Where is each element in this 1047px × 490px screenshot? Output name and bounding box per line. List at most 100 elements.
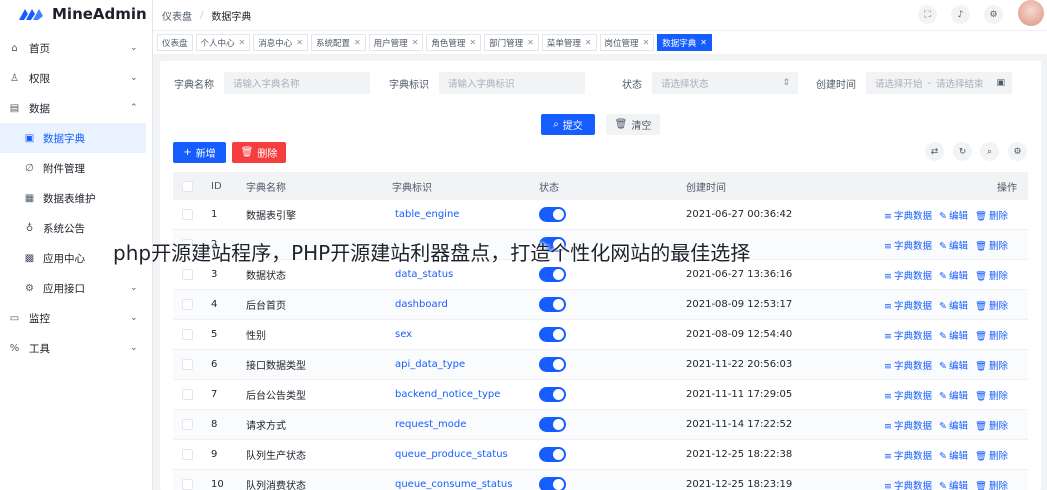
select-all-checkbox[interactable] [182,180,193,192]
fullscreen-icon[interactable]: ⛶ [918,5,937,24]
list-icon: ≡ [884,390,892,402]
bell-icon[interactable]: ♪ [951,5,970,24]
delete-link[interactable]: 🗑 删除 [975,268,1008,282]
close-icon[interactable]: ✕ [585,38,592,47]
sidebar-item-table-maintenance[interactable]: ▦ 数据表维护 [0,183,152,213]
dict-data-link[interactable]: ≡ 字典数据 [884,208,932,222]
dict-data-link[interactable]: ≡ 字典数据 [884,478,932,490]
trash-icon: 🗑 [974,390,988,402]
status-select[interactable]: 请选择状态 ⇕ [652,72,798,94]
status-toggle[interactable] [539,267,566,282]
tab-menus[interactable]: 菜单管理 ✕ [541,34,597,51]
close-icon[interactable]: ✕ [469,38,476,47]
edit-link[interactable]: ✎ 编辑 [939,328,968,342]
delete-link[interactable]: 🗑 删除 [975,388,1008,402]
dict-code-input[interactable]: 请输入字典标识 [439,72,585,94]
tab-dictionary[interactable]: 数据字典 ✕ [657,34,712,51]
status-toggle[interactable] [539,417,566,432]
edit-link[interactable]: ✎ 编辑 [939,448,968,462]
row-checkbox[interactable] [182,479,193,490]
tab-departments[interactable]: 部门管理 ✕ [484,34,539,51]
row-checkbox[interactable] [182,269,193,280]
dict-data-link[interactable]: ≡ 字典数据 [884,298,932,312]
close-icon[interactable]: ✕ [643,38,650,47]
tab-profile[interactable]: 个人中心 ✕ [195,34,251,51]
row-checkbox[interactable] [182,329,193,340]
delete-link[interactable]: 🗑 删除 [975,208,1008,222]
delete-link[interactable]: 🗑 删除 [975,298,1008,312]
status-toggle[interactable] [539,477,566,490]
dict-data-link[interactable]: ≡ 字典数据 [884,268,932,282]
tab-users[interactable]: 用户管理 ✕ [368,34,424,51]
edit-link[interactable]: ✎ 编辑 [939,268,968,282]
delete-link[interactable]: 🗑 删除 [975,478,1008,490]
close-icon[interactable]: ✕ [412,38,419,47]
date-range-picker[interactable]: 请选择开始 - 请选择结束 ▣ [866,72,1012,94]
sidebar-item-data[interactable]: ▤ 数据 ⌃ [0,93,152,123]
sidebar-item-app-api[interactable]: ⚙ 应用接口 ⌄ [0,273,152,303]
status-toggle[interactable] [539,207,566,222]
settings-icon[interactable]: ⚙ [1008,142,1027,161]
tab-messages[interactable]: 消息中心 ✕ [253,34,308,51]
header-status: 状态 [539,182,559,194]
close-icon[interactable]: ✕ [527,38,534,47]
clear-button[interactable]: 🗑 清空 [606,114,660,135]
row-checkbox[interactable] [182,419,193,430]
delete-link[interactable]: 🗑 删除 [975,418,1008,432]
add-button[interactable]: + 新增 [173,142,226,163]
edit-link[interactable]: ✎ 编辑 [939,298,968,312]
delete-button[interactable]: 🗑 删除 [232,142,286,163]
dict-data-link[interactable]: ≡ 字典数据 [884,358,932,372]
delete-link[interactable]: 🗑 删除 [975,238,1008,252]
close-icon[interactable]: ✕ [296,38,303,47]
dict-data-link[interactable]: ≡ 字典数据 [884,418,932,432]
row-checkbox[interactable] [182,359,193,370]
row-checkbox[interactable] [182,209,193,220]
row-checkbox[interactable] [182,449,193,460]
row-checkbox[interactable] [182,389,193,400]
tab-system-config[interactable]: 系统配置 ✕ [310,34,366,51]
settings-icon[interactable]: ⚙ [984,5,1003,24]
status-toggle[interactable] [539,297,566,312]
delete-link[interactable]: 🗑 删除 [975,328,1008,342]
dict-data-link[interactable]: ≡ 字典数据 [884,448,932,462]
tab-roles[interactable]: 角色管理 ✕ [426,34,482,51]
submit-button[interactable]: ⌕ 提交 [541,114,595,135]
edit-link[interactable]: ✎ 编辑 [939,358,968,372]
close-icon[interactable]: ✕ [239,38,246,47]
edit-link[interactable]: ✎ 编辑 [939,478,968,490]
status-toggle[interactable] [539,357,566,372]
header-created: 创建时间 [686,182,726,194]
switch-icon[interactable]: ⇄ [925,142,944,161]
sidebar-item-attachments[interactable]: ∅ 附件管理 [0,153,152,183]
dict-data-link[interactable]: ≡ 字典数据 [884,328,932,342]
status-toggle[interactable] [539,327,566,342]
tab-posts[interactable]: 岗位管理 ✕ [599,34,655,51]
avatar[interactable] [1018,0,1044,26]
edit-link[interactable]: ✎ 编辑 [939,388,968,402]
row-checkbox[interactable] [182,299,193,310]
sidebar-item-tools[interactable]: % 工具 ⌄ [0,333,152,363]
status-toggle[interactable] [539,447,566,462]
close-icon[interactable]: ✕ [700,38,707,47]
edit-link[interactable]: ✎ 编辑 [939,208,968,222]
delete-link[interactable]: 🗑 删除 [975,448,1008,462]
search-icon[interactable]: ⌕ [980,142,999,161]
edit-link[interactable]: ✎ 编辑 [939,418,968,432]
sidebar-item-home[interactable]: ⌂ 首页 ⌄ [0,33,152,63]
breadcrumb-item[interactable]: 仪表盘 [162,8,192,23]
status-toggle[interactable] [539,387,566,402]
cell-name: 数据表引擎 [246,211,296,222]
refresh-icon[interactable]: ↻ [953,142,972,161]
delete-link[interactable]: 🗑 删除 [975,358,1008,372]
edit-link[interactable]: ✎ 编辑 [939,238,968,252]
sidebar-item-permission[interactable]: ♙ 权限 ⌄ [0,63,152,93]
tab-dashboard[interactable]: 仪表盘 [157,34,193,51]
dict-data-link[interactable]: ≡ 字典数据 [884,388,932,402]
logo[interactable]: MineAdmin [0,0,152,28]
close-icon[interactable]: ✕ [354,38,361,47]
dict-data-link[interactable]: ≡ 字典数据 [884,238,932,252]
sidebar-item-monitor[interactable]: ▭ 监控 ⌄ [0,303,152,333]
sidebar-item-dictionary[interactable]: ▣ 数据字典 [0,123,146,153]
dict-name-input[interactable]: 请输入字典名称 [224,72,370,94]
